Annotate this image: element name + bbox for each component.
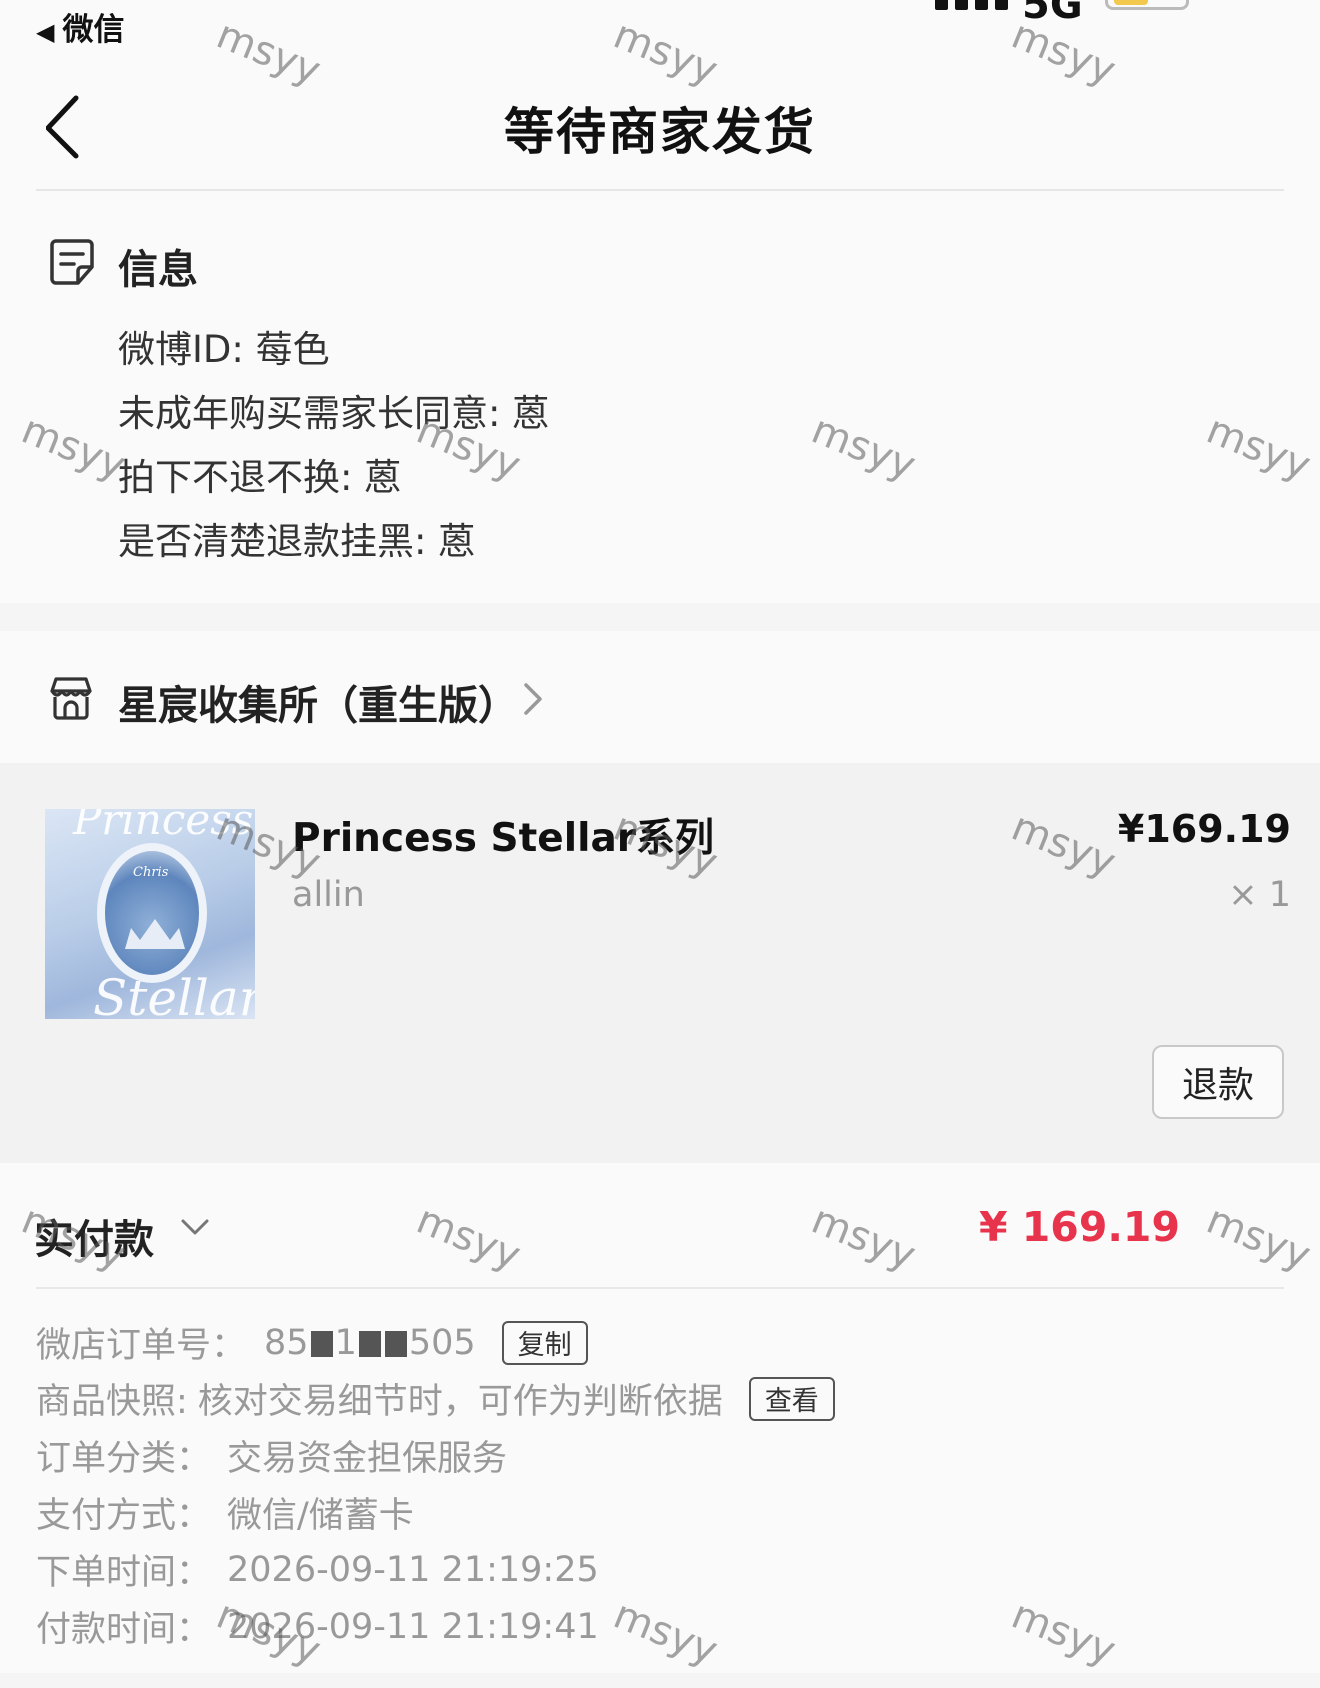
redaction-mark bbox=[384, 1330, 407, 1357]
redaction-mark bbox=[358, 1330, 381, 1357]
nav-bar: 等待商家发货 bbox=[0, 50, 1320, 192]
payment-time-label: 付款时间： bbox=[36, 1610, 212, 1650]
product-quantity: × 1 bbox=[1228, 875, 1291, 915]
order-number-tail: 505 bbox=[408, 1322, 476, 1363]
info-line-no-return: 拍下不退不换: 蒽 bbox=[118, 456, 402, 499]
info-section: 信息 微博ID: 莓色 未成年购买需家长同意: 蒽 拍下不退不换: 蒽 是否清楚… bbox=[0, 191, 1320, 603]
order-time-label: 下单时间： bbox=[36, 1553, 212, 1593]
info-lines: 微博ID: 莓色 未成年购买需家长同意: 蒽 拍下不退不换: 蒽 是否清楚退款挂… bbox=[118, 318, 549, 574]
refund-button[interactable]: 退款 bbox=[1152, 1045, 1284, 1119]
order-category-label: 订单分类： bbox=[36, 1439, 212, 1479]
back-triangle-icon: ◀ bbox=[36, 18, 55, 46]
payment-divider bbox=[36, 1287, 1284, 1289]
snapshot-label: 商品快照: bbox=[36, 1382, 188, 1422]
product-price: ¥169.19 bbox=[1117, 807, 1291, 851]
back-app-label: 微信 bbox=[62, 12, 125, 48]
chevron-right-icon bbox=[524, 683, 542, 715]
order-number-row: 微店订单号： 85 1 505 复制 bbox=[36, 1317, 588, 1368]
snapshot-row: 商品快照: 核对交易细节时，可作为判断依据 查看 bbox=[36, 1373, 835, 1424]
snapshot-value: 核对交易细节时，可作为判断依据 bbox=[197, 1382, 723, 1422]
copy-button[interactable]: 复制 bbox=[501, 1320, 588, 1365]
order-number-label: 微店订单号： bbox=[36, 1326, 247, 1366]
network-type: 5G bbox=[1022, 0, 1083, 28]
product-spec: allin bbox=[292, 875, 365, 915]
back-to-app-link[interactable]: ◀ 微信 bbox=[36, 4, 124, 49]
page-title: 等待商家发货 bbox=[504, 103, 816, 161]
redaction-mark bbox=[310, 1330, 333, 1357]
order-category-value: 交易资金担保服务 bbox=[227, 1439, 508, 1479]
payment-section: 实付款 ¥ 169.19 微店订单号： 85 1 505 复制 商品快照: 核对交易… bbox=[0, 1163, 1320, 1673]
paid-amount: ¥ 169.19 bbox=[978, 1203, 1180, 1251]
product-thumbnail[interactable]: Princess Chris Stellar bbox=[45, 809, 255, 1019]
thumbnail-text-top: Princess bbox=[73, 809, 254, 844]
payment-time-value: 2026-09-11 21:19:41 bbox=[227, 1606, 599, 1647]
battery-icon bbox=[1105, 0, 1189, 10]
order-time-row: 下单时间： 2026-09-11 21:19:25 bbox=[36, 1544, 599, 1595]
info-title: 信息 bbox=[118, 247, 198, 293]
order-time-value: 2026-09-11 21:19:25 bbox=[227, 1549, 599, 1590]
product-name: Princess Stellar系列 bbox=[292, 816, 714, 861]
order-number-value: 85 1 505 bbox=[264, 1323, 476, 1363]
payment-time-row: 付款时间： 2026-09-11 21:19:41 bbox=[36, 1601, 599, 1652]
order-number-prefix: 85 bbox=[264, 1322, 309, 1363]
shop-icon bbox=[50, 677, 92, 720]
note-icon bbox=[50, 239, 94, 285]
order-number-mid: 1 bbox=[334, 1322, 357, 1363]
signal-bars-icon bbox=[935, 0, 1008, 10]
info-line-minor-consent: 未成年购买需家长同意: 蒽 bbox=[118, 392, 550, 435]
shop-row[interactable]: 星宸收集所（重生版） bbox=[0, 631, 1320, 763]
thumbnail-text-bottom: Stellar bbox=[93, 969, 255, 1019]
order-category-row: 订单分类： 交易资金担保服务 bbox=[36, 1430, 507, 1481]
thumbnail-text-mid: Chris bbox=[133, 865, 169, 880]
chevron-down-icon[interactable] bbox=[180, 1215, 210, 1241]
product-card[interactable]: Princess Chris Stellar Princess Stellar系… bbox=[0, 763, 1320, 1163]
payment-method-value: 微信/储蓄卡 bbox=[227, 1496, 414, 1536]
view-snapshot-button[interactable]: 查看 bbox=[748, 1376, 835, 1421]
info-line-refund-blacklist: 是否清楚退款挂黑: 蒽 bbox=[118, 520, 476, 563]
payment-method-label: 支付方式： bbox=[36, 1496, 212, 1536]
status-bar: ◀ 微信 5G bbox=[0, 0, 1320, 50]
info-line-weibo-id: 微博ID: 莓色 bbox=[118, 328, 330, 371]
paid-amount-label: 实付款 bbox=[34, 1217, 154, 1263]
payment-method-row: 支付方式： 微信/储蓄卡 bbox=[36, 1487, 414, 1538]
thumbnail-mirror-frame bbox=[97, 843, 207, 983]
shop-name: 星宸收集所（重生版） bbox=[118, 683, 518, 729]
